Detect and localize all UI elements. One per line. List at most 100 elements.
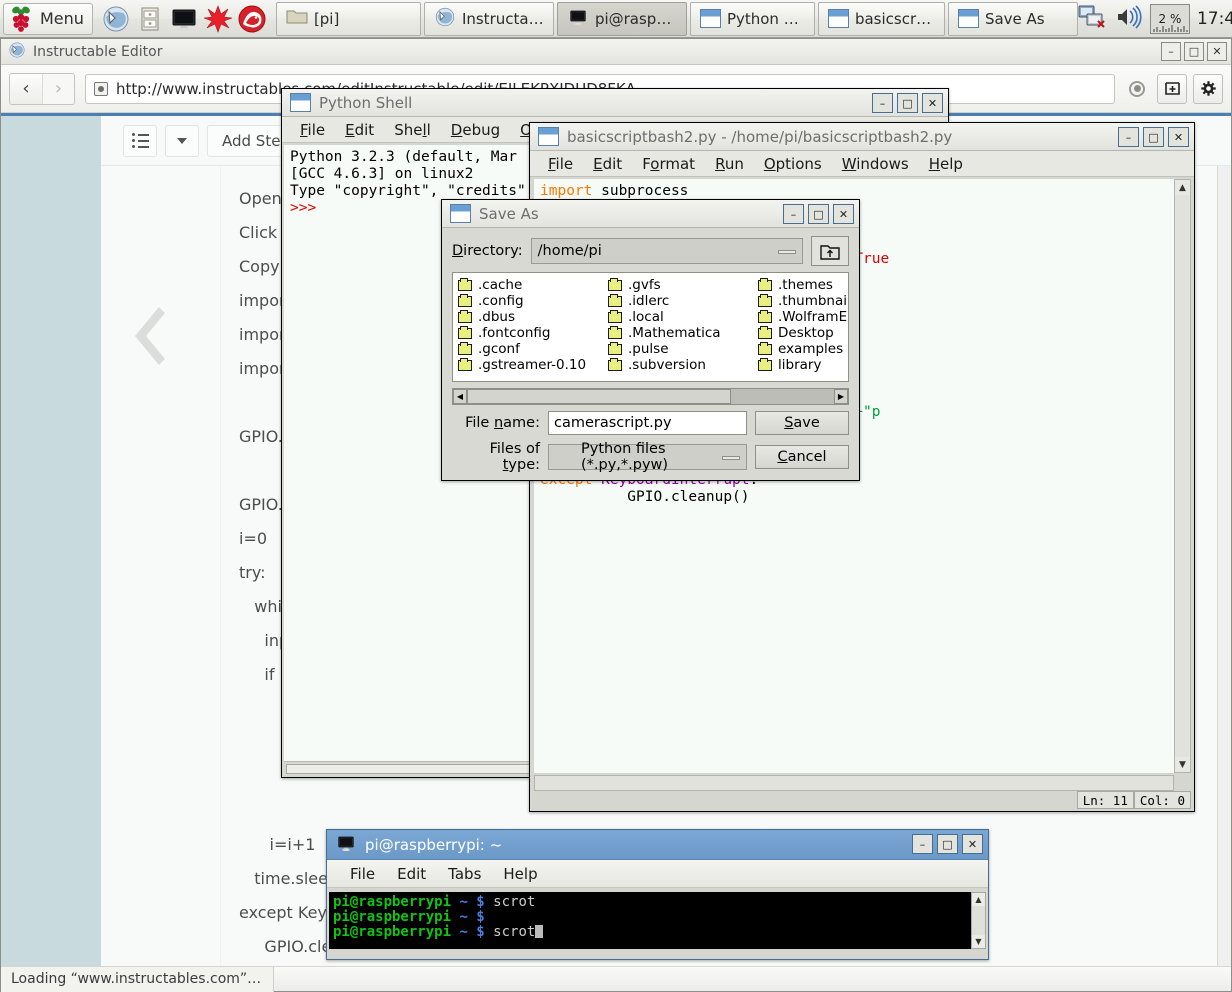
file-list-item[interactable]: library <box>758 357 849 373</box>
scroll-up-arrow[interactable]: ▲ <box>1175 180 1190 195</box>
wolfram-language-icon[interactable] <box>237 4 267 34</box>
file-list-item[interactable]: examples <box>758 341 849 357</box>
file-list-item[interactable]: .dbus <box>458 309 608 325</box>
file-list-item[interactable]: .subversion <box>608 357 758 373</box>
close-button[interactable]: ✕ <box>962 834 983 854</box>
close-button[interactable]: ✕ <box>1168 127 1189 147</box>
minimize-button[interactable]: – <box>1161 42 1181 61</box>
menu-debug[interactable]: Debug <box>441 121 510 139</box>
record-icon[interactable] <box>1123 75 1151 103</box>
terminal-user: pi@raspberrypi <box>333 924 459 940</box>
menu-help[interactable]: Help <box>919 155 973 173</box>
minimize-button[interactable]: – <box>872 93 893 113</box>
forward-button[interactable]: › <box>42 74 74 104</box>
editor-horizontal-scrollbar[interactable] <box>534 775 1174 791</box>
menu-button[interactable]: Menu <box>3 3 93 35</box>
file-list-item[interactable]: .thumbnails <box>758 293 849 309</box>
file-list-item[interactable]: .gconf <box>458 341 608 357</box>
directory-combobox[interactable]: /home/pi <box>531 238 803 264</box>
menu-shell[interactable]: Shell <box>384 121 441 139</box>
file-list-item-label: examples <box>778 341 843 357</box>
menu-options[interactable]: Options <box>754 155 832 173</box>
terminal-icon[interactable] <box>169 4 199 34</box>
file-list-item[interactable]: .fontconfig <box>458 325 608 341</box>
file-list-item[interactable]: .Mathematica <box>608 325 758 341</box>
page-vertical-scrollbar[interactable] <box>1217 166 1231 966</box>
maximize-button[interactable]: □ <box>808 204 829 224</box>
close-button[interactable]: ✕ <box>833 204 854 224</box>
cpu-usage-monitor[interactable]: 2 % <box>1150 4 1190 34</box>
editor-vertical-scrollbar[interactable]: ▲ ▼ <box>1174 179 1191 773</box>
scrollbar-thumb[interactable] <box>286 764 530 774</box>
save-button[interactable]: Save <box>755 411 849 435</box>
menu-tabs[interactable]: Tabs <box>437 865 492 883</box>
save-as-window-buttons: – □ ✕ <box>783 204 854 224</box>
scroll-down-arrow[interactable]: ▼ <box>972 935 985 948</box>
menu-file[interactable]: File <box>290 121 335 139</box>
menu-windows[interactable]: Windows <box>832 155 919 173</box>
task-button-terminal[interactable]: pi@raspbe... <box>557 2 687 36</box>
wolfram-mathematica-icon[interactable] <box>203 4 233 34</box>
scroll-left-arrow[interactable]: ◀ <box>453 389 467 404</box>
folder-icon <box>458 280 472 291</box>
file-list-item[interactable]: .config <box>458 293 608 309</box>
new-tab-icon[interactable] <box>1157 74 1187 104</box>
file-list-item[interactable]: .local <box>608 309 758 325</box>
volume-icon[interactable] <box>1115 5 1143 33</box>
scrollbar-thumb[interactable] <box>467 389 731 404</box>
terminal-scrollbar[interactable]: ▲ ▼ <box>971 892 986 949</box>
task-button-save-as[interactable]: Save As <box>948 2 1078 36</box>
task-button-pi[interactable]: [pi] <box>276 2 421 36</box>
menu-file[interactable]: File <box>538 155 583 173</box>
file-list-item[interactable]: .themes <box>758 277 849 293</box>
minimize-button[interactable]: – <box>912 834 933 854</box>
file-list-item[interactable]: .gstreamer-0.10 <box>458 357 608 373</box>
file-list-item[interactable]: .idlerc <box>608 293 758 309</box>
menu-format[interactable]: Format <box>632 155 705 173</box>
task-button-python-shell[interactable]: Python Sh... <box>690 2 815 36</box>
back-button[interactable]: ‹ <box>10 74 42 104</box>
task-button-instructables[interactable]: Instructabl... <box>424 2 554 36</box>
web-browser-icon[interactable] <box>101 4 131 34</box>
close-button[interactable]: ✕ <box>922 93 943 113</box>
maximize-button[interactable]: □ <box>1184 42 1204 61</box>
menu-file[interactable]: File <box>339 865 386 883</box>
file-list[interactable]: .cache.config.dbus.fontconfig.gconf.gstr… <box>452 272 849 382</box>
file-manager-icon[interactable] <box>135 4 165 34</box>
code-token: subprocess <box>601 183 688 199</box>
menu-edit[interactable]: Edit <box>386 865 437 883</box>
scroll-right-arrow[interactable]: ▶ <box>834 389 848 404</box>
close-button[interactable]: ✕ <box>1207 42 1227 61</box>
folder-icon <box>758 328 772 339</box>
scroll-down-arrow[interactable]: ▼ <box>1175 757 1190 772</box>
network-disconnected-icon[interactable] <box>1078 4 1108 34</box>
menu-help[interactable]: Help <box>492 865 548 883</box>
folder-up-icon[interactable] <box>811 236 849 266</box>
file-list-horizontal-scrollbar[interactable]: ◀ ▶ <box>452 388 849 405</box>
scroll-up-arrow[interactable]: ▲ <box>972 893 985 906</box>
gear-icon[interactable] <box>1193 74 1223 104</box>
file-list-item[interactable]: Desktop <box>758 325 849 341</box>
record-ring <box>1129 81 1145 97</box>
menu-run[interactable]: Run <box>705 155 754 173</box>
maximize-button[interactable]: □ <box>937 834 958 854</box>
minimize-button[interactable]: – <box>1118 127 1139 147</box>
chevron-down-icon[interactable] <box>165 125 199 157</box>
bulleted-list-icon[interactable] <box>123 125 157 157</box>
file-list-item[interactable]: .gvfs <box>608 277 758 293</box>
chevron-left-icon[interactable] <box>125 301 171 371</box>
maximize-button[interactable]: □ <box>897 93 918 113</box>
file-list-item[interactable]: .cache <box>458 277 608 293</box>
file-list-item[interactable]: .pulse <box>608 341 758 357</box>
directory-row: Directory: /home/pi <box>442 228 859 272</box>
menu-edit[interactable]: Edit <box>583 155 632 173</box>
menu-edit[interactable]: Edit <box>335 121 384 139</box>
file-list-item[interactable]: .WolframEngi <box>758 309 849 325</box>
terminal-output[interactable]: pi@raspberrypi ~ $ scrotpi@raspberrypi ~… <box>329 892 986 949</box>
files-of-type-combobox[interactable]: Python files (*.py,*.pyw) <box>548 444 747 470</box>
minimize-button[interactable]: – <box>783 204 804 224</box>
task-button-basicscript[interactable]: basicscript... <box>818 2 945 36</box>
file-name-input[interactable]: camerascript.py <box>548 411 747 435</box>
maximize-button[interactable]: □ <box>1143 127 1164 147</box>
cancel-button[interactable]: Cancel <box>755 445 849 469</box>
